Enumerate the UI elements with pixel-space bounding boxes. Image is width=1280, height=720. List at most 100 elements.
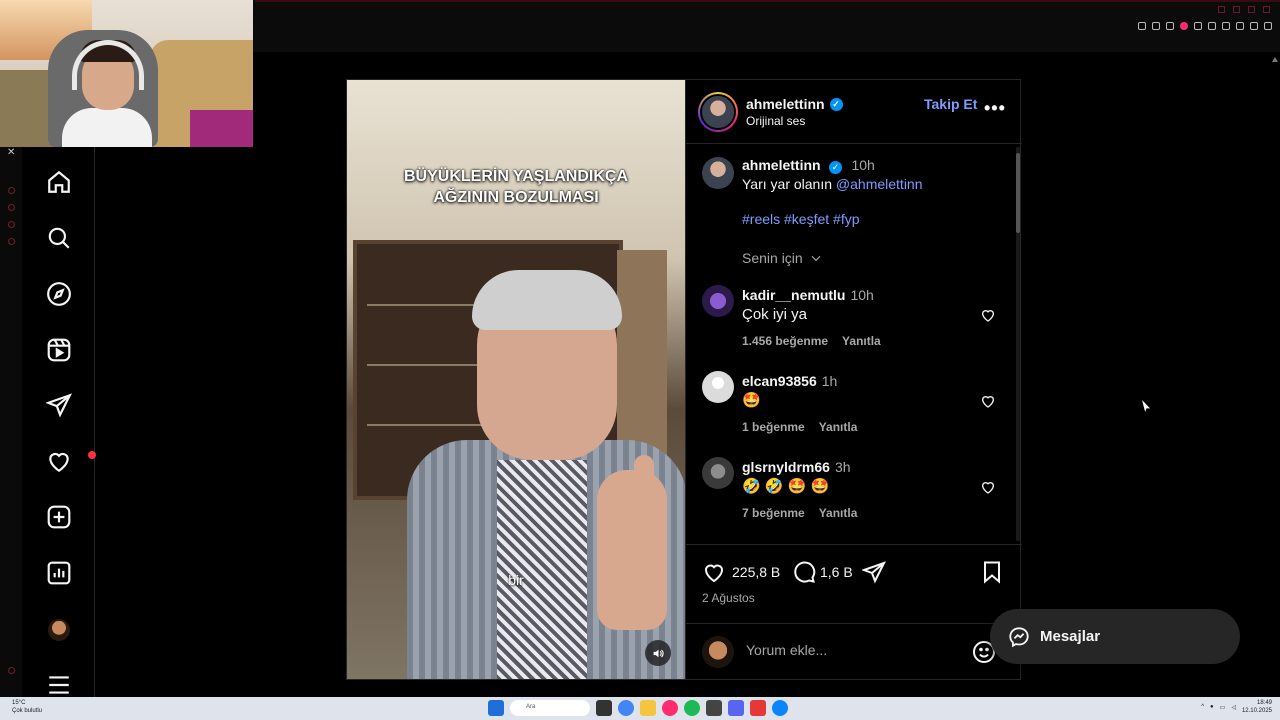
caption-username[interactable]: ahmelettinn [742, 157, 821, 173]
chat-icon[interactable] [1222, 22, 1230, 30]
scroll-up-arrow-icon[interactable] [1272, 56, 1278, 62]
caption-body: Yarı yar olanın [742, 176, 833, 192]
home-icon[interactable] [46, 169, 72, 195]
like-comment-heart-icon[interactable] [980, 393, 996, 409]
window-controls[interactable] [1218, 6, 1270, 13]
save-bookmark-icon[interactable] [980, 560, 1004, 584]
share-icon[interactable] [861, 560, 886, 584]
play-icon[interactable] [1194, 22, 1202, 30]
reel-video[interactable]: BÜYÜKLERİN YAŞLANDIKÇA AĞZININ BOZULMASI… [347, 80, 685, 679]
more-options-icon[interactable]: ••• [984, 98, 1006, 119]
side-dot-icon[interactable] [8, 667, 15, 674]
commenter-avatar[interactable] [702, 457, 734, 489]
sound-toggle-button[interactable] [645, 640, 671, 666]
maximize-icon[interactable] [1248, 6, 1255, 13]
close-window-icon[interactable] [1263, 6, 1270, 13]
comment-likes[interactable]: 7 beğenme [742, 506, 805, 520]
comments-scrollbar[interactable] [1016, 147, 1020, 541]
file-explorer-icon[interactable] [640, 700, 656, 716]
reels-icon[interactable] [46, 337, 72, 363]
taskbar-search[interactable]: Ara [510, 700, 590, 716]
page-scrollbar[interactable] [1272, 56, 1278, 692]
minimize-icon[interactable] [1233, 6, 1240, 13]
comment-meta: 7 beğenme Yanıtla [742, 506, 857, 520]
volume-icon[interactable]: ◁ [1231, 704, 1236, 711]
sort-dropdown[interactable]: Senin için [742, 250, 823, 266]
start-icon[interactable] [488, 700, 504, 716]
comment-count[interactable]: 1,6 B [820, 564, 853, 580]
comment-likes[interactable]: 1.456 beğenme [742, 334, 828, 348]
webcam-blanket [190, 110, 253, 147]
profile-avatar[interactable] [48, 619, 70, 641]
weather-temp[interactable]: 15°C [12, 699, 42, 707]
side-dot-icon[interactable] [8, 221, 15, 228]
dashboard-icon[interactable] [46, 560, 72, 586]
bag-icon[interactable] [1236, 22, 1244, 30]
weather-desc[interactable]: Çok bulutlu [12, 707, 42, 715]
lock-icon[interactable] [1250, 22, 1258, 30]
audio-label[interactable]: Orijinal ses [746, 114, 805, 128]
search-icon[interactable] [46, 225, 72, 251]
tab-icon[interactable] [1166, 22, 1174, 30]
direct-messages-icon[interactable] [44, 392, 72, 418]
reply-button[interactable]: Yanıtla [819, 506, 858, 520]
side-dot-icon[interactable] [8, 238, 15, 245]
caption-mention-link[interactable]: @ahmelettinn [836, 176, 923, 192]
comment-bubble-icon[interactable] [792, 560, 816, 584]
commenter-avatar[interactable] [702, 371, 734, 403]
caption-hashtags[interactable]: #reels #keşfet #fyp [742, 211, 860, 227]
reply-button[interactable]: Yanıtla [819, 420, 858, 434]
author-avatar[interactable] [698, 92, 738, 132]
create-icon[interactable] [46, 504, 72, 530]
task-view-icon[interactable] [596, 700, 612, 716]
app-icon[interactable] [706, 700, 722, 716]
scrollbar-thumb[interactable] [1016, 153, 1020, 233]
spotify-icon[interactable] [684, 700, 700, 716]
network-icon[interactable]: ▭ [1220, 704, 1226, 711]
author-username-text[interactable]: ahmelettinn [746, 96, 825, 112]
discord-icon[interactable] [728, 700, 744, 716]
edge-icon[interactable] [772, 700, 788, 716]
comment-likes[interactable]: 1 beğenme [742, 420, 805, 434]
zoom-icon[interactable] [1138, 22, 1146, 30]
like-heart-icon[interactable] [702, 560, 726, 584]
messages-button[interactable]: Mesajlar [990, 609, 1240, 664]
notifications-heart-icon[interactable] [46, 448, 72, 474]
tray-chevron-icon[interactable]: ^ [1201, 704, 1204, 710]
mic-icon[interactable]: ● [1210, 704, 1214, 710]
opera-icon[interactable] [662, 700, 678, 716]
add-comment-input[interactable]: Yorum ekle... [746, 642, 827, 658]
menu-icon[interactable] [46, 672, 72, 698]
side-dot-icon[interactable] [8, 187, 15, 194]
sort-label[interactable]: Senin için [742, 250, 803, 266]
clock-date[interactable]: 12.10.2025 [1242, 707, 1272, 715]
pin-icon[interactable] [1152, 22, 1160, 30]
comment-username[interactable]: kadir__nemutlu [742, 287, 845, 303]
follow-button[interactable]: Takip Et [924, 96, 977, 112]
clock-time[interactable]: 18:49 [1242, 699, 1272, 707]
weather-widget[interactable]: 15°C Çok bulutlu [12, 699, 42, 715]
reply-button[interactable]: Yanıtla [842, 334, 881, 348]
favorite-icon[interactable] [1208, 22, 1216, 30]
record-icon[interactable] [1180, 22, 1188, 30]
caption-author-avatar[interactable] [702, 157, 734, 189]
like-comment-heart-icon[interactable] [980, 479, 996, 495]
side-dot-icon[interactable] [8, 204, 15, 211]
comment-time: 1h [821, 373, 838, 389]
comment-username[interactable]: elcan93856 [742, 373, 817, 389]
author-username[interactable]: ahmelettinn ✓ [746, 96, 843, 112]
explore-icon[interactable] [46, 281, 72, 307]
comments-list[interactable]: ahmelettinn ✓ 10h Yarı yar olanın @ahmel… [686, 145, 1022, 543]
chrome-icon[interactable] [618, 700, 634, 716]
messages-label[interactable]: Mesajlar [1040, 628, 1100, 645]
app-icon[interactable] [750, 700, 766, 716]
clock[interactable]: 18:49 12.10.2025 [1242, 699, 1272, 715]
close-panel-icon[interactable]: ✕ [7, 147, 15, 158]
commenter-avatar[interactable] [702, 285, 734, 317]
taskbar-search-label[interactable]: Ara [526, 704, 535, 710]
like-comment-heart-icon[interactable] [980, 307, 996, 323]
comment-username[interactable]: glsrnyldrm66 [742, 459, 830, 475]
like-count[interactable]: 225,8 B [732, 564, 780, 580]
search-window-icon[interactable] [1218, 6, 1225, 13]
menu-lines-icon[interactable] [1264, 22, 1272, 30]
